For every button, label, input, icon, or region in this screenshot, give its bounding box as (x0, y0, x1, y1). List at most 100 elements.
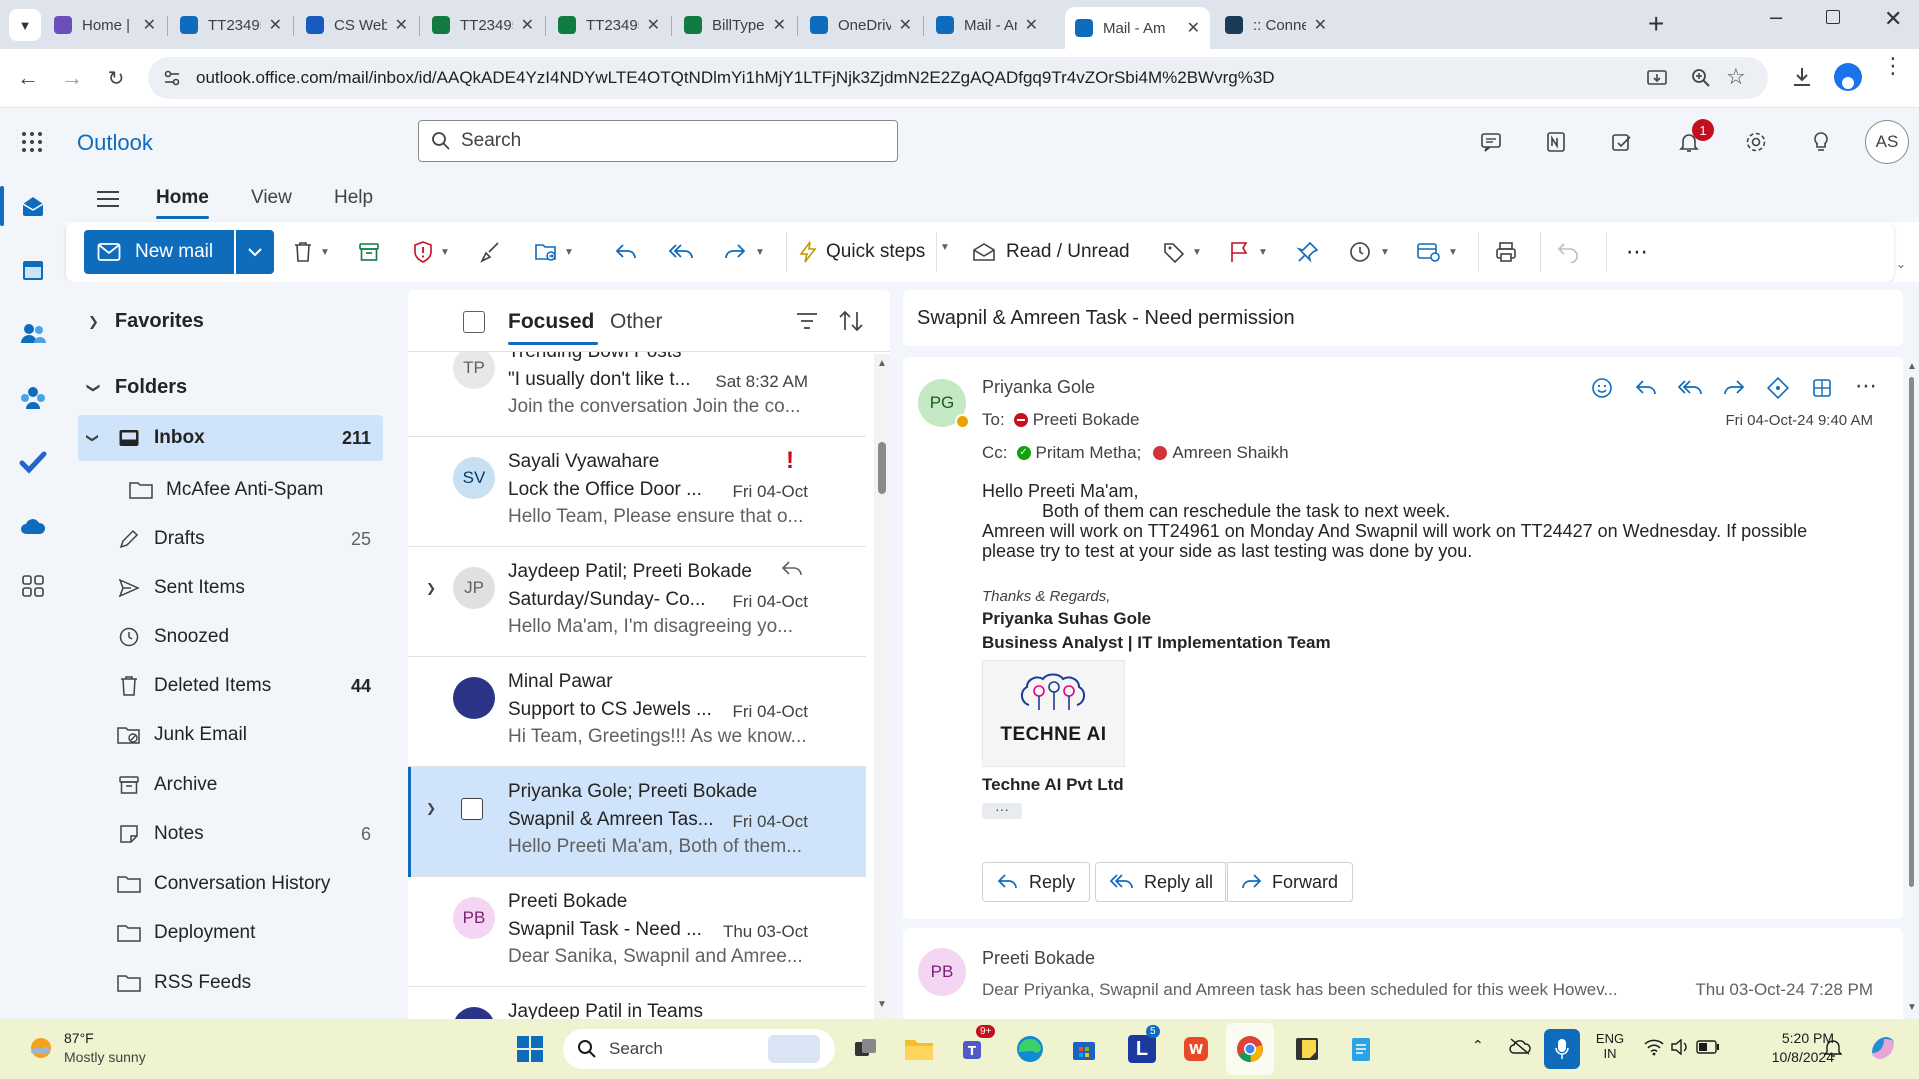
windows-start-icon[interactable] (510, 1029, 550, 1069)
people-icon[interactable] (17, 318, 49, 350)
minimize-button[interactable]: – (1770, 4, 1782, 30)
browser-tab[interactable]: OneDrive ✕ (800, 7, 922, 43)
battery-icon[interactable] (1696, 1040, 1720, 1058)
reply-icon[interactable] (1631, 373, 1661, 407)
folder-deployment[interactable]: Deployment (78, 910, 383, 956)
read-unread-button[interactable]: Read / Unread (972, 230, 1130, 274)
tab-close-icon[interactable]: ✕ (1187, 18, 1200, 38)
back-button[interactable]: ← (12, 62, 44, 94)
tab-close-icon[interactable]: ✕ (647, 15, 660, 35)
install-app-icon[interactable] (1646, 67, 1668, 93)
tips-lightbulb-icon[interactable] (1804, 125, 1838, 159)
tab-close-icon[interactable]: ✕ (143, 15, 156, 35)
forward-button-ribbon[interactable]: ▼ (723, 230, 765, 274)
sender-name[interactable]: Priyanka Gole (982, 377, 1095, 398)
folders-header[interactable]: ❯ Folders (86, 376, 187, 399)
new-tab-button[interactable]: + (1648, 8, 1664, 40)
apps-diamond-icon[interactable] (1763, 373, 1793, 407)
browser-tab[interactable]: :: Connect ✕ (1215, 7, 1337, 43)
calendar-icon[interactable] (17, 254, 49, 286)
wps-office-icon[interactable]: W (1176, 1029, 1216, 1069)
url-bar[interactable]: outlook.office.com/mail/inbox/id/AAQkADE… (148, 57, 1768, 99)
more-options-icon[interactable]: ⋯ (1626, 230, 1648, 274)
clock[interactable]: 5:20 PM 10/8/2024 (1734, 1030, 1834, 1065)
scroll-down-arrow[interactable]: ▼ (877, 999, 887, 1010)
quick-steps-dropdown[interactable]: ▼ (940, 242, 950, 253)
message-item[interactable]: SV! Sayali Vyawahare Lock the Office Door … (408, 437, 866, 547)
groups-icon[interactable] (17, 382, 49, 414)
pin-button[interactable] (1296, 230, 1320, 274)
browser-tab[interactable]: BillType.xls ✕ (674, 7, 796, 43)
move-to-button[interactable]: ▼ (534, 230, 574, 274)
reply-all-icon[interactable] (1675, 373, 1705, 407)
weather-sun-icon[interactable] (26, 1033, 56, 1063)
user-avatar[interactable]: AS (1865, 120, 1909, 164)
reply-button-bottom[interactable]: Reply (982, 862, 1091, 902)
browser-tab[interactable]: Mail - Am ✕ (1065, 7, 1210, 49)
message-item[interactable]: ❯ Priyanka Gole; Preeti Bokade Swapnil & A… (408, 767, 866, 877)
expand-thread-chevron-icon[interactable]: ❯ (426, 801, 436, 815)
notepad-icon[interactable] (1341, 1029, 1381, 1069)
tab-close-icon[interactable]: ✕ (1314, 15, 1327, 35)
reload-button[interactable]: ↻ (100, 62, 132, 94)
cc-recipient-1[interactable]: Pritam Metha; (1036, 443, 1142, 463)
tab-close-icon[interactable]: ✕ (269, 15, 282, 35)
previous-sender-avatar[interactable]: PB (918, 948, 966, 996)
message-item[interactable]: Jaydeep Patil in Teams (408, 987, 866, 1019)
onedrive-offline-icon[interactable] (1508, 1037, 1532, 1059)
forward-button[interactable]: → (56, 62, 88, 94)
restore-button[interactable] (1826, 10, 1840, 24)
browser-tab[interactable]: CS Websit ✕ (296, 7, 418, 43)
show-trimmed-content[interactable]: ··· (982, 802, 1022, 819)
tab-close-icon[interactable]: ✕ (1025, 15, 1038, 35)
expand-thread-chevron-icon[interactable]: ❯ (426, 581, 436, 595)
list-scrollbar[interactable]: ▲ ▼ (874, 354, 890, 1019)
file-explorer-icon[interactable] (899, 1029, 939, 1069)
quick-steps-button[interactable]: Quick steps (798, 230, 925, 274)
close-window-button[interactable]: ✕ (1884, 6, 1902, 32)
undo-button[interactable] (1556, 230, 1580, 274)
browser-tab[interactable]: TT23495-C ✕ (170, 7, 292, 43)
bookmark-star-icon[interactable]: ☆ (1726, 64, 1746, 90)
previous-message-card[interactable]: PB Preeti Bokade Dear Priyanka, Swapnil … (903, 928, 1903, 1028)
todo-check-icon[interactable] (17, 446, 49, 478)
select-all-checkbox[interactable] (463, 311, 485, 333)
cc-recipient-2[interactable]: Amreen Shaikh (1172, 443, 1288, 463)
weather-desc[interactable]: Mostly sunny (64, 1049, 146, 1065)
message-checkbox[interactable] (461, 798, 483, 820)
sort-icon[interactable] (838, 310, 864, 336)
tray-overflow-icon[interactable]: ⌃ (1472, 1037, 1484, 1054)
search-box[interactable]: Search (418, 120, 898, 162)
scroll-up-arrow[interactable]: ▲ (877, 358, 887, 369)
reply-all-button-bottom[interactable]: Reply all (1095, 862, 1229, 902)
more-actions-icon[interactable]: ⋯ (1851, 373, 1881, 407)
scroll-thumb[interactable] (878, 442, 886, 494)
emoji-reaction-icon[interactable] (1587, 373, 1617, 407)
app-title[interactable]: Outlook (77, 130, 153, 156)
new-mail-button[interactable]: New mail (84, 230, 234, 274)
message-item[interactable]: Minal Pawar Support to CS Jewels ... Fri 0… (408, 657, 866, 767)
archive-button[interactable] (358, 230, 380, 274)
to-recipient[interactable]: Preeti Bokade (1033, 410, 1140, 430)
volume-icon[interactable] (1670, 1038, 1690, 1060)
folder-sent-items[interactable]: Sent Items (78, 565, 383, 611)
folder-snoozed[interactable]: Snoozed (78, 614, 383, 660)
message-item[interactable]: PB Preeti Bokade Swapnil Task - Need ... Th… (408, 877, 866, 987)
scroll-up-arrow[interactable]: ▲ (1907, 361, 1917, 372)
tab-close-icon[interactable]: ✕ (521, 15, 534, 35)
profile-avatar[interactable] (1834, 63, 1862, 91)
rules-button[interactable]: ▼ (1416, 230, 1458, 274)
expand-chevron-icon[interactable]: ❯ (86, 433, 100, 443)
browser-tab[interactable]: TT23495_C ✕ (422, 7, 544, 43)
folder-junk-email[interactable]: Junk Email (78, 712, 383, 758)
copilot-icon[interactable] (1866, 1031, 1900, 1069)
folder-mcafee-anti-spam[interactable]: McAfee Anti-Spam (78, 467, 383, 513)
message-item[interactable]: JP ❯ Jaydeep Patil; Preeti Bokade Saturday/… (408, 547, 866, 657)
my-day-icon[interactable] (1605, 125, 1639, 159)
tab-view[interactable]: View (251, 187, 292, 209)
reading-scrollbar[interactable]: ▲ ▼ (1903, 357, 1919, 1019)
app-launcher-icon[interactable] (20, 130, 44, 158)
downloads-icon[interactable] (1790, 65, 1814, 93)
sticky-notes-icon[interactable] (1287, 1029, 1327, 1069)
task-view-icon[interactable] (846, 1029, 886, 1069)
